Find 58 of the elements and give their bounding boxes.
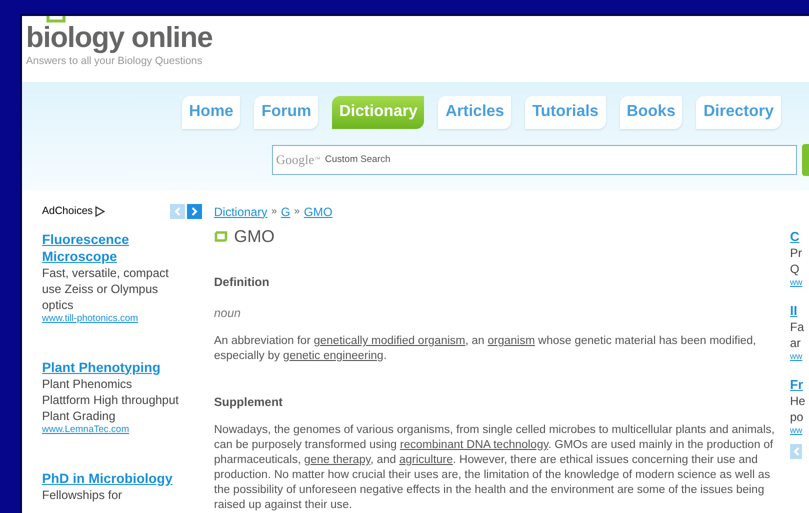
site-logo[interactable]: biology online bbox=[26, 22, 809, 54]
ad-text: Plant Phenomics Plattform High throughput Plant Grading bbox=[42, 376, 180, 424]
chevron-left-icon bbox=[792, 446, 800, 456]
nav-tab[interactable]: Forum bbox=[254, 96, 318, 128]
logo-mark-icon bbox=[46, 16, 68, 24]
speech-bubble-icon bbox=[214, 230, 228, 242]
play-icon bbox=[94, 206, 105, 217]
supplement-text: Nowadays, the genomes of various organisms, from single celled microbes to multicellular plants and animals, can be purposely transformed using recombinant DNA technology. GMOs are used mainly in the production of pharmaceuticals, gene therapy, and agriculture. However, there are ethical issues concerning their use and production. No matter how crucial their uses are, the limitation of the knowledge of modern science as well as the possibility of unforeseen negative effects in the health and the environment are some of the issues being raised up against their use. bbox=[214, 423, 776, 513]
breadcrumb-link[interactable]: GMO bbox=[304, 202, 332, 220]
ad-text: ar bbox=[790, 334, 802, 350]
term-link[interactable]: recombinant DNA technology bbox=[400, 439, 548, 451]
ad-text: Fellowships for bbox=[42, 486, 124, 502]
nav-tab[interactable]: Tutorials bbox=[525, 96, 606, 128]
ad-title[interactable]: PhD in Microbiology bbox=[42, 470, 192, 486]
ad-url[interactable]: www.LemnaTec.com bbox=[42, 424, 212, 436]
nav-tab[interactable]: Books bbox=[620, 96, 682, 128]
section-heading: Supplement bbox=[214, 394, 284, 411]
chevron-left-icon bbox=[174, 207, 181, 216]
ad-title[interactable]: C bbox=[790, 228, 806, 244]
term-link[interactable]: organism bbox=[488, 335, 535, 347]
section-heading: Definition bbox=[214, 274, 270, 291]
previous-button[interactable] bbox=[170, 204, 185, 219]
nav-tab[interactable]: Directory bbox=[696, 96, 781, 128]
ad-title[interactable]: Fluorescence Microscope bbox=[42, 230, 192, 264]
ad-text: Q bbox=[790, 260, 800, 276]
next-button[interactable] bbox=[187, 204, 202, 219]
google-brand: Google$^{™}$ bbox=[276, 152, 320, 166]
breadcrumb-separator: » bbox=[294, 205, 300, 219]
term-link[interactable]: genetic engineering bbox=[283, 350, 384, 362]
site-tagline: Answers to all your Biology Questions bbox=[26, 54, 204, 69]
ad-title[interactable]: Fr bbox=[790, 376, 806, 392]
ad-url[interactable]: ww bbox=[790, 276, 806, 288]
ad-text: He bbox=[790, 392, 806, 408]
term-link[interactable]: genetically modified organism bbox=[314, 335, 466, 347]
ad-url[interactable]: ww bbox=[790, 350, 806, 362]
previous-button[interactable] bbox=[790, 444, 802, 458]
ad-text: Fast, versatile, compact use Zeiss or Olympus optics bbox=[42, 264, 170, 312]
adchoices-label[interactable]: AdChoices bbox=[42, 204, 93, 220]
ad-text: Fa bbox=[790, 318, 806, 334]
breadcrumb-link[interactable]: G bbox=[280, 202, 290, 220]
nav-tab[interactable]: Home bbox=[182, 96, 240, 128]
ad-text: Pr bbox=[790, 244, 803, 260]
search-button[interactable] bbox=[802, 144, 809, 176]
breadcrumb-link[interactable]: Dictionary bbox=[214, 202, 268, 220]
ad-text: po bbox=[790, 408, 804, 424]
nav-tab[interactable]: Dictionary bbox=[332, 96, 424, 128]
breadcrumb-separator: » bbox=[271, 205, 277, 219]
nav-tab[interactable]: Articles bbox=[438, 96, 512, 128]
ad-url[interactable]: ww bbox=[790, 424, 806, 436]
chevron-right-icon bbox=[191, 207, 198, 216]
ad-url[interactable]: www.till-photonics.com bbox=[42, 312, 212, 324]
ad-title[interactable]: II bbox=[790, 302, 806, 318]
definition-text: An abbreviation for genetically modified organism, an organism whose genetic material has been modified, especially by genetic engineering. bbox=[214, 334, 758, 364]
page-title: GMO bbox=[234, 226, 275, 248]
term-link[interactable]: agriculture bbox=[399, 454, 453, 466]
ad-title[interactable]: Plant Phenotyping bbox=[42, 358, 192, 376]
term-link[interactable]: gene therapy bbox=[304, 454, 370, 466]
part-of-speech: noun bbox=[214, 305, 242, 322]
